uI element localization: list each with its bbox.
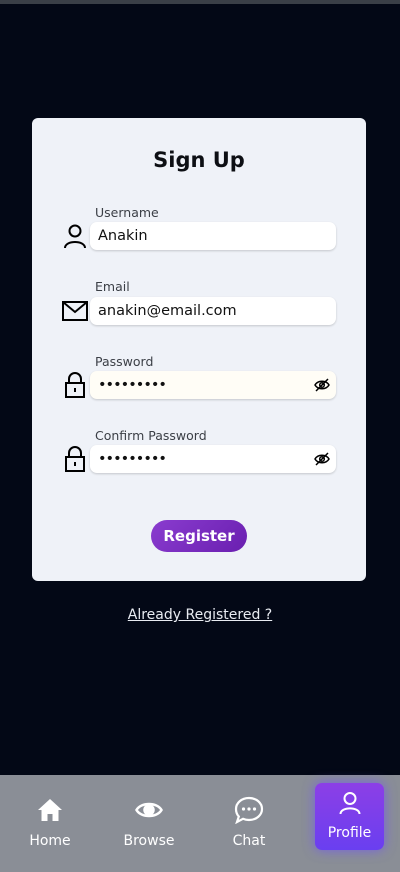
- nav-label-profile: Profile: [327, 825, 372, 841]
- chat-icon: [234, 795, 264, 825]
- confirm-password-field[interactable]: •••••••••: [90, 445, 336, 473]
- page-title: Sign Up: [153, 148, 245, 172]
- nav-label-home: Home: [29, 833, 71, 849]
- nav-item-browse[interactable]: Browse: [99, 775, 199, 872]
- eye-off-icon[interactable]: [313, 450, 331, 468]
- password-label: Password: [95, 354, 154, 369]
- lock-icon: [61, 371, 89, 399]
- nav-item-profile[interactable]: Profile: [315, 783, 384, 850]
- nav-item-chat[interactable]: Chat: [199, 775, 299, 872]
- password-value: •••••••••: [98, 377, 167, 393]
- email-field[interactable]: anakin@email.com: [90, 297, 336, 325]
- lock-icon: [61, 445, 89, 473]
- email-label: Email: [95, 279, 130, 294]
- already-registered-link[interactable]: Already Registered ?: [0, 607, 400, 623]
- user-icon: [61, 222, 89, 250]
- register-button[interactable]: Register: [151, 520, 247, 552]
- confirm-password-value: •••••••••: [98, 451, 167, 467]
- username-label: Username: [95, 205, 159, 220]
- signup-card: Sign Up Username Anakin Email anakin@ema…: [32, 118, 366, 581]
- mail-icon: [61, 297, 89, 325]
- nav-item-home[interactable]: Home: [0, 775, 100, 872]
- status-strip: [0, 0, 400, 4]
- user-icon: [337, 790, 363, 816]
- password-field[interactable]: •••••••••: [90, 371, 336, 399]
- confirm-password-label: Confirm Password: [95, 428, 207, 443]
- nav-label-browse: Browse: [123, 833, 175, 849]
- username-field[interactable]: Anakin: [90, 222, 336, 250]
- eye-icon: [134, 795, 164, 825]
- nav-label-chat: Chat: [232, 833, 266, 849]
- eye-off-icon[interactable]: [313, 376, 331, 394]
- home-icon: [35, 795, 65, 825]
